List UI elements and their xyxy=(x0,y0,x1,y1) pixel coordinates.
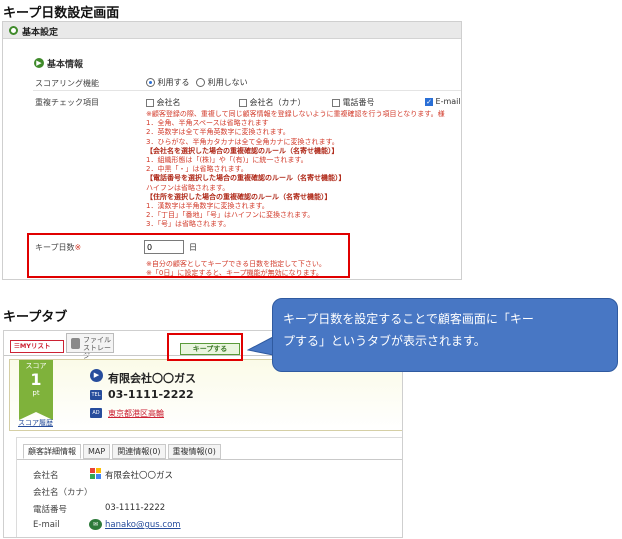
google-icon xyxy=(90,468,101,479)
scoring-radio-not-use[interactable] xyxy=(196,78,206,87)
tab-my-list-label: MYリスト xyxy=(19,342,51,350)
dup-note-heading: 【電話番号を選択した場合の重複確認のルール（名寄せ機能）】 xyxy=(146,174,346,183)
phone-number: 03-1111-2222 xyxy=(108,388,194,401)
tab-file-storage-label-2: ストレージ xyxy=(83,344,111,360)
dup-note-heading: 【会社名を選択した場合の重複確認のルール（名寄せ機能）】 xyxy=(146,146,339,155)
score-value: 1 xyxy=(30,370,42,389)
tab-customer-detail[interactable]: 顧客詳細情報 xyxy=(23,444,81,459)
score-unit: pt xyxy=(32,389,40,397)
checkbox-company-kana[interactable] xyxy=(239,98,247,107)
scoring-options: 利用する 利用しない xyxy=(146,77,248,88)
score-flag: スコア 1 pt xyxy=(19,360,53,420)
dup-note-line: ハイフンは省略されます。 xyxy=(146,183,230,192)
address-link[interactable]: 東京都港区高輪 xyxy=(108,408,164,419)
settings-header: 基本設定 xyxy=(3,22,461,39)
scoring-radio-use[interactable] xyxy=(146,78,155,87)
field-value-phone: 03-1111-2222 xyxy=(105,503,166,513)
settings-header-label: 基本設定 xyxy=(22,28,59,38)
dup-option-phone[interactable]: 電話番号 xyxy=(332,97,375,108)
checkbox-company[interactable] xyxy=(146,98,154,107)
field-label-company: 会社名 xyxy=(33,471,59,481)
dup-option-company-kana-label: 会社名（カナ） xyxy=(249,98,306,107)
address-icon: AD xyxy=(90,408,102,418)
scoring-option-not-use-label: 利用しない xyxy=(207,78,248,87)
scoring-label: スコアリング機能 xyxy=(35,79,99,88)
company-name: 有限会社〇〇ガス xyxy=(108,372,196,385)
dup-check-label: 重複チェック項目 xyxy=(35,98,99,107)
callout-bubble: キープ日数を設定することで顧客画面に「キー プする」というタブが表示されます。 xyxy=(272,298,618,372)
tab-my-list[interactable]: ☰MYリスト xyxy=(10,340,64,353)
dup-option-email-label: E-mail xyxy=(435,97,461,106)
circle-bullet-icon xyxy=(9,26,18,35)
dup-note-line: 1．漢数字は半角数字に変換されます。 xyxy=(146,202,269,211)
tab-file-storage-label: ファイル xyxy=(83,336,111,344)
dup-notes: ※顧客登録の際、重複して同じ顧客情報を登録しないように重複確認を行う項目となりま… xyxy=(146,110,445,230)
keep-days-highlight xyxy=(27,233,350,278)
dup-option-email[interactable]: ✓ E-mail xyxy=(425,97,461,106)
keep-tab-highlight xyxy=(167,333,243,361)
section-title-keep-tab: キープタブ xyxy=(3,310,68,325)
detail-tabs: 顧客詳細情報 MAP 関連情報(0) 重複情報(0) xyxy=(23,444,221,459)
dup-note-line: 1．組織形態は「(株)」や「(有)」に統一されます。 xyxy=(146,156,308,165)
checkbox-email[interactable]: ✓ xyxy=(425,97,433,106)
phone-icon: TEL xyxy=(90,390,102,400)
dup-note-line: ※顧客登録の際、重複して同じ顧客情報を登録しないように重複確認を行う項目となりま… xyxy=(146,110,445,118)
field-value-company: 有限会社〇〇ガス xyxy=(105,471,174,481)
dup-option-company-kana[interactable]: 会社名（カナ） xyxy=(239,97,306,108)
dup-option-company-label: 会社名 xyxy=(156,98,181,107)
dup-note-line: 2．英数字は全て半角英数字に変換されます。 xyxy=(146,128,290,137)
arrow-right-icon: ▶ xyxy=(34,58,44,68)
basic-info-heading: 基本情報 xyxy=(47,60,84,70)
dup-note-line: 3．「号」は省略されます。 xyxy=(146,220,231,229)
section-title-settings: キープ日数設定画面 xyxy=(3,6,120,21)
checkbox-phone[interactable] xyxy=(332,98,340,107)
score-history-link[interactable]: スコア履歴 xyxy=(18,418,53,428)
dup-option-company[interactable]: 会社名 xyxy=(146,97,181,108)
field-value-email[interactable]: hanako@gus.com xyxy=(105,520,181,530)
dup-option-phone-label: 電話番号 xyxy=(342,98,375,107)
mail-icon: ✉ xyxy=(89,519,102,530)
detail-section: 顧客詳細情報 MAP 関連情報(0) 重複情報(0) 会社名 有限会社〇〇ガス … xyxy=(16,437,402,537)
dup-note-heading: 【住所を選択した場合の重複確認のルール（名寄せ機能）】 xyxy=(146,192,332,201)
scoring-option-use-label: 利用する xyxy=(157,78,190,87)
tab-map[interactable]: MAP xyxy=(83,444,111,459)
field-label-company-kana: 会社名（カナ） xyxy=(33,488,93,498)
field-label-phone: 電話番号 xyxy=(33,505,68,515)
tab-duplicates[interactable]: 重複情報(0) xyxy=(167,444,221,459)
play-icon: ▶ xyxy=(90,369,103,382)
tab-related[interactable]: 関連情報(0) xyxy=(112,444,166,459)
row-divider xyxy=(33,90,461,91)
callout-line-2: プする」というタブが表示されます。 xyxy=(283,334,486,348)
detail-tab-divider xyxy=(17,459,402,460)
callout-line-1: キープ日数を設定することで顧客画面に「キー xyxy=(283,312,534,326)
field-label-email: E-mail xyxy=(33,520,60,530)
storage-icon xyxy=(71,338,80,349)
tab-file-storage[interactable]: ファイル ストレージ xyxy=(66,333,114,360)
dup-note-line: 3．ひらがな、半角カタカナは全て全角カナに変換されます。 xyxy=(146,137,339,146)
